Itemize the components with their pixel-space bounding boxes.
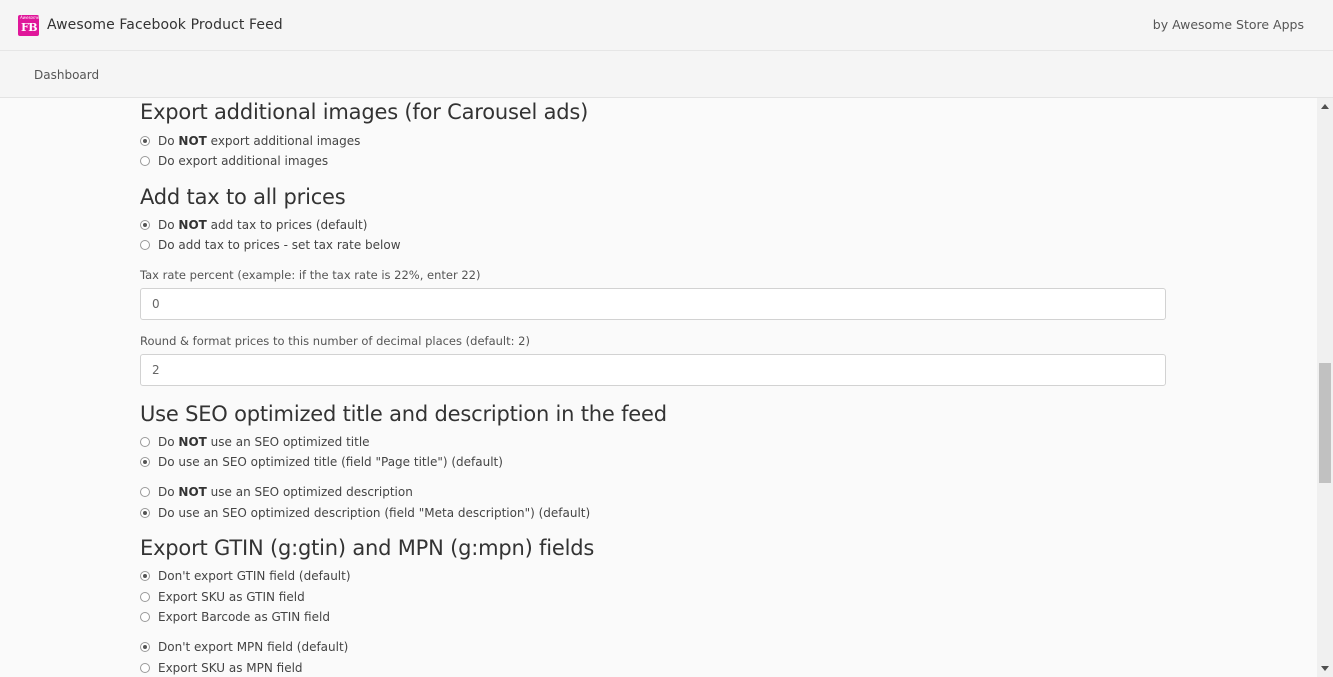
nav-bar: Dashboard [0, 51, 1333, 98]
radio-images-no[interactable]: Do NOT export additional images [140, 133, 360, 149]
section-heading-gtin: Export GTIN (g:gtin) and MPN (g:mpn) fie… [140, 536, 595, 560]
radio-tax-yes[interactable]: Do add tax to prices - set tax rate belo… [140, 237, 401, 253]
radio-indicator[interactable] [140, 136, 150, 146]
radio-seo-title-yes[interactable]: Do use an SEO optimized title (field "Pa… [140, 454, 503, 470]
radio-tax-no[interactable]: Do NOT add tax to prices (default) [140, 217, 367, 233]
radio-indicator[interactable] [140, 437, 150, 447]
radio-indicator[interactable] [140, 508, 150, 518]
radio-mpn-sku[interactable]: Export SKU as MPN field [140, 660, 303, 676]
settings-panel: Export additional images (for Carousel a… [0, 98, 1317, 677]
decimal-places-label: Round & format prices to this number of … [140, 334, 530, 348]
radio-indicator[interactable] [140, 571, 150, 581]
radio-indicator[interactable] [140, 156, 150, 166]
radio-seo-title-no[interactable]: Do NOT use an SEO optimized title [140, 434, 370, 450]
radio-indicator[interactable] [140, 642, 150, 652]
decimal-places-input[interactable] [140, 354, 1166, 386]
scrollbar-thumb[interactable] [1319, 363, 1331, 483]
radio-mpn-none[interactable]: Don't export MPN field (default) [140, 639, 348, 655]
radio-indicator[interactable] [140, 487, 150, 497]
radio-indicator[interactable] [140, 612, 150, 622]
nav-dashboard-link[interactable]: Dashboard [34, 67, 99, 83]
radio-indicator[interactable] [140, 457, 150, 467]
scroll-down-arrow-icon[interactable] [1321, 666, 1329, 671]
radio-indicator[interactable] [140, 240, 150, 250]
section-heading-images: Export additional images (for Carousel a… [140, 100, 589, 124]
radio-images-yes[interactable]: Do export additional images [140, 153, 328, 169]
radio-gtin-none[interactable]: Don't export GTIN field (default) [140, 568, 351, 584]
radio-indicator[interactable] [140, 220, 150, 230]
app-logo: Awesome FB [18, 15, 39, 36]
logo-tiny-text: Awesome [20, 15, 40, 20]
radio-gtin-sku[interactable]: Export SKU as GTIN field [140, 589, 305, 605]
logo-letters: FB [21, 21, 38, 34]
vertical-scrollbar[interactable] [1317, 98, 1333, 677]
scroll-up-arrow-icon[interactable] [1321, 104, 1329, 109]
radio-indicator[interactable] [140, 663, 150, 673]
tax-rate-input[interactable] [140, 288, 1166, 320]
vendor-credit: by Awesome Store Apps [1152, 17, 1304, 32]
radio-seo-desc-no[interactable]: Do NOT use an SEO optimized description [140, 484, 413, 500]
app-title: Awesome Facebook Product Feed [47, 17, 283, 33]
section-heading-seo: Use SEO optimized title and description … [140, 402, 667, 426]
radio-indicator[interactable] [140, 592, 150, 602]
app-header: Awesome FB Awesome Facebook Product Feed… [0, 0, 1333, 51]
radio-seo-desc-yes[interactable]: Do use an SEO optimized description (fie… [140, 505, 590, 521]
section-heading-tax: Add tax to all prices [140, 185, 346, 209]
tax-rate-label: Tax rate percent (example: if the tax ra… [140, 268, 481, 282]
radio-gtin-barcode[interactable]: Export Barcode as GTIN field [140, 609, 330, 625]
